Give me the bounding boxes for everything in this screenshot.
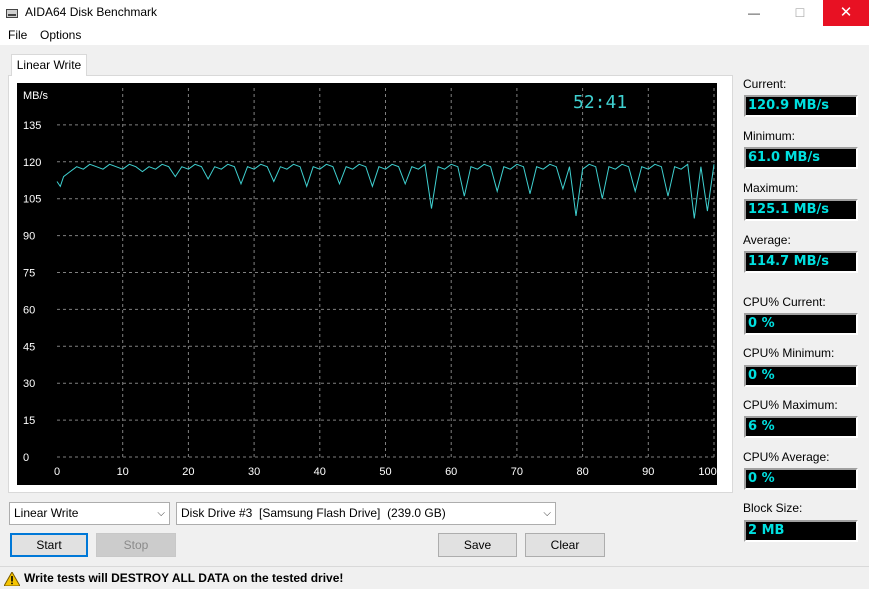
x-tick-label: 60 [445, 466, 457, 478]
x-tick-label: 100 % [698, 466, 717, 478]
cpu-current-label: CPU% Current: [743, 295, 826, 309]
block-size-label: Block Size: [743, 501, 803, 515]
minimum-value: 61.0 MB/s [744, 147, 858, 169]
y-tick-label: 30 [23, 378, 35, 390]
warning-text: Write tests will DESTROY ALL DATA on the… [24, 571, 344, 585]
x-tick-label: 50 [379, 466, 391, 478]
tab-linear-write[interactable]: Linear Write [11, 54, 87, 76]
elapsed-timer: 52:41 [573, 92, 627, 113]
average-value: 114.7 MB/s [744, 251, 858, 273]
close-button[interactable]: ✕ [823, 0, 869, 26]
x-tick-label: 80 [576, 466, 588, 478]
y-tick-label: 15 [23, 415, 35, 427]
current-label: Current: [743, 77, 787, 91]
status-bar: Write tests will DESTROY ALL DATA on the… [0, 566, 869, 589]
y-tick-label: 135 [23, 120, 41, 132]
maximum-value: 125.1 MB/s [744, 199, 858, 221]
cpu-minimum-value: 0 % [744, 365, 858, 387]
maximize-button[interactable]: ☐ [777, 0, 823, 26]
cpu-maximum-label: CPU% Maximum: [743, 398, 838, 412]
benchmark-chart: 0 10 20 30 40 50 60 70 80 90 100 % 0 15 30 45 60 75 90 105… [17, 83, 717, 485]
warning-icon [4, 572, 20, 586]
minimum-label: Minimum: [743, 129, 796, 143]
menu-file[interactable]: File [8, 28, 27, 42]
x-tick-label: 30 [248, 466, 260, 478]
x-tick-label: 40 [314, 466, 326, 478]
y-tick-label: 75 [23, 268, 35, 280]
current-value: 120.9 MB/s [744, 95, 858, 117]
x-tick-label: 0 [54, 466, 60, 478]
chart-background [17, 83, 717, 485]
clear-button[interactable]: Clear [525, 533, 605, 557]
x-tick-label: 70 [511, 466, 523, 478]
disk-app-icon [6, 9, 18, 18]
y-tick-label: 60 [23, 304, 35, 316]
test-type-value: Linear Write [14, 506, 79, 520]
y-axis-label: MB/s [23, 90, 49, 102]
title-bar: AIDA64 Disk Benchmark — ☐ ✕ [0, 0, 869, 27]
stop-button[interactable]: Stop [96, 533, 176, 557]
y-tick-label: 105 [23, 194, 41, 206]
menu-options[interactable]: Options [40, 28, 81, 42]
window-title: AIDA64 Disk Benchmark [25, 5, 158, 19]
chevron-down-icon: ⌵ [543, 508, 551, 519]
x-tick-label: 10 [117, 466, 129, 478]
cpu-maximum-value: 6 % [744, 416, 858, 438]
block-size-value: 2 MB [744, 520, 858, 542]
x-tick-label: 20 [182, 466, 194, 478]
y-tick-label: 45 [23, 341, 35, 353]
x-tick-label: 90 [642, 466, 654, 478]
drive-select[interactable]: Disk Drive #3 [Samsung Flash Drive] (239… [176, 502, 556, 525]
y-tick-label: 0 [23, 452, 29, 464]
y-tick-label: 120 [23, 157, 41, 169]
start-button[interactable]: Start [10, 533, 88, 557]
menu-bar: File Options [0, 27, 869, 45]
test-type-select[interactable]: Linear Write ⌵ [9, 502, 170, 525]
cpu-average-value: 0 % [744, 468, 858, 490]
minimize-button[interactable]: — [731, 0, 777, 26]
average-label: Average: [743, 233, 791, 247]
y-tick-label: 90 [23, 231, 35, 243]
drive-value: Disk Drive #3 [Samsung Flash Drive] (239… [181, 506, 446, 520]
cpu-current-value: 0 % [744, 313, 858, 335]
cpu-average-label: CPU% Average: [743, 450, 830, 464]
maximum-label: Maximum: [743, 181, 799, 195]
cpu-minimum-label: CPU% Minimum: [743, 346, 835, 360]
client-area: Linear Write 0 10 20 30 40 50 60 70 80 90 100 % 0 15… [0, 45, 869, 589]
save-button[interactable]: Save [438, 533, 517, 557]
chevron-down-icon: ⌵ [157, 508, 165, 519]
